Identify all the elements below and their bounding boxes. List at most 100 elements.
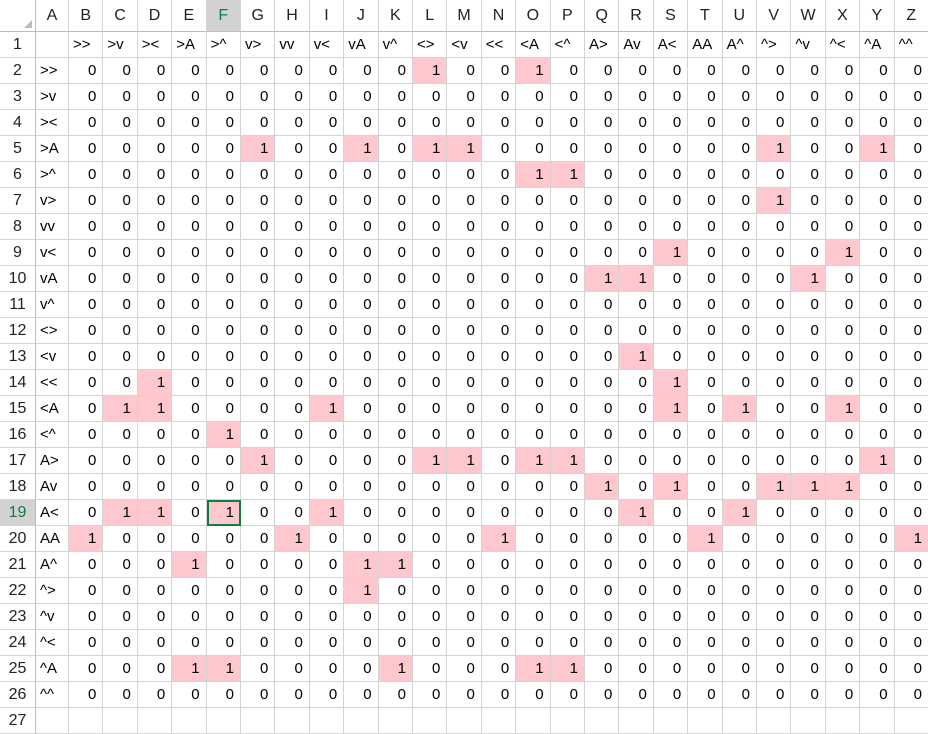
cell[interactable]: 1 <box>481 526 517 552</box>
cell[interactable]: 0 <box>688 578 723 604</box>
row-header[interactable]: 7 <box>0 188 36 214</box>
cell[interactable]: 0 <box>825 136 861 162</box>
row-header[interactable]: 22 <box>0 578 36 604</box>
cell[interactable]: 0 <box>344 344 379 370</box>
cell[interactable]: ^v <box>791 32 826 58</box>
cell[interactable]: 0 <box>241 422 276 448</box>
cell[interactable]: 0 <box>757 500 792 526</box>
cell[interactable]: 0 <box>757 578 792 604</box>
cell[interactable]: 0 <box>860 188 895 214</box>
cell[interactable] <box>36 32 69 58</box>
column-header[interactable]: D <box>137 0 173 32</box>
row-header[interactable]: 27 <box>0 708 36 734</box>
cell[interactable]: 0 <box>241 110 276 136</box>
row-header[interactable]: 8 <box>0 214 36 240</box>
cell[interactable]: 0 <box>275 578 310 604</box>
cell[interactable]: 0 <box>344 292 379 318</box>
cell[interactable]: 0 <box>585 396 620 422</box>
cell[interactable]: << <box>36 370 69 396</box>
cell[interactable]: 0 <box>825 578 861 604</box>
cell[interactable]: 0 <box>516 578 551 604</box>
cell[interactable]: >< <box>36 110 69 136</box>
cell[interactable]: 0 <box>688 344 723 370</box>
cell[interactable] <box>344 708 379 734</box>
cell[interactable]: 0 <box>585 448 620 474</box>
cell[interactable]: 0 <box>241 630 276 656</box>
cell[interactable]: 0 <box>241 370 276 396</box>
cell[interactable]: 0 <box>481 162 517 188</box>
cell[interactable]: 1 <box>757 136 792 162</box>
row-header[interactable]: 26 <box>0 682 36 708</box>
cell[interactable]: 0 <box>516 136 551 162</box>
row-header[interactable]: 10 <box>0 266 36 292</box>
cell[interactable]: 0 <box>619 682 654 708</box>
cell[interactable]: 0 <box>791 526 826 552</box>
cell[interactable]: 0 <box>550 604 585 630</box>
cell[interactable]: 0 <box>137 578 173 604</box>
cell[interactable]: 0 <box>275 630 310 656</box>
cell[interactable]: 0 <box>481 84 517 110</box>
cell[interactable]: 0 <box>481 630 517 656</box>
cell[interactable]: 0 <box>722 604 757 630</box>
cell[interactable]: 0 <box>791 422 826 448</box>
column-header[interactable]: X <box>825 0 861 32</box>
row-header[interactable]: 13 <box>0 344 36 370</box>
cell[interactable] <box>378 708 413 734</box>
cell[interactable]: 0 <box>585 344 620 370</box>
cell[interactable]: 0 <box>619 162 654 188</box>
cell[interactable]: 0 <box>619 292 654 318</box>
cell[interactable]: 0 <box>585 552 620 578</box>
cell[interactable]: 0 <box>275 396 310 422</box>
cell[interactable]: 1 <box>206 422 241 448</box>
cell[interactable]: 0 <box>413 630 448 656</box>
cell[interactable]: 0 <box>344 526 379 552</box>
cell[interactable]: 0 <box>413 656 448 682</box>
cell[interactable]: 1 <box>206 500 241 526</box>
cell[interactable]: 0 <box>103 370 138 396</box>
cell[interactable]: 0 <box>172 604 207 630</box>
cell[interactable]: 0 <box>378 526 413 552</box>
cell[interactable]: 0 <box>378 604 413 630</box>
cell[interactable]: 0 <box>757 448 792 474</box>
cell[interactable]: 0 <box>137 344 173 370</box>
cell[interactable]: 0 <box>688 682 723 708</box>
cell[interactable]: A^ <box>722 32 757 58</box>
cell[interactable]: 0 <box>550 578 585 604</box>
cell[interactable]: 0 <box>206 58 241 84</box>
cell[interactable]: 0 <box>688 136 723 162</box>
column-header[interactable]: W <box>791 0 826 32</box>
cell[interactable]: 0 <box>103 630 138 656</box>
cell[interactable] <box>172 708 207 734</box>
cell[interactable]: 1 <box>172 552 207 578</box>
cell[interactable]: 0 <box>137 84 173 110</box>
cell[interactable]: 0 <box>481 110 517 136</box>
column-header[interactable]: Y <box>860 0 895 32</box>
cell[interactable]: 0 <box>103 214 138 240</box>
cell[interactable]: 1 <box>378 552 413 578</box>
cell[interactable]: 0 <box>309 474 345 500</box>
cell[interactable]: 0 <box>585 500 620 526</box>
cell[interactable] <box>688 708 723 734</box>
cell[interactable]: 0 <box>172 370 207 396</box>
cell[interactable]: 1 <box>825 240 861 266</box>
cell[interactable]: >> <box>36 58 69 84</box>
cell[interactable]: 0 <box>206 370 241 396</box>
cell[interactable] <box>722 708 757 734</box>
cell[interactable]: v^ <box>36 292 69 318</box>
cell[interactable]: ^> <box>757 32 792 58</box>
cell[interactable]: 0 <box>722 630 757 656</box>
cell[interactable]: >^ <box>36 162 69 188</box>
cell[interactable]: 0 <box>894 84 928 110</box>
cell[interactable]: 0 <box>378 266 413 292</box>
cell[interactable]: <A <box>516 32 551 58</box>
cell[interactable]: 0 <box>378 318 413 344</box>
cell[interactable]: 0 <box>653 58 689 84</box>
cell[interactable]: 0 <box>860 552 895 578</box>
cell[interactable]: 0 <box>378 344 413 370</box>
cell[interactable]: 0 <box>309 422 345 448</box>
cell[interactable]: 0 <box>309 240 345 266</box>
cell[interactable]: 0 <box>757 552 792 578</box>
cell[interactable]: v> <box>36 188 69 214</box>
cell[interactable]: 0 <box>103 58 138 84</box>
cell[interactable]: 0 <box>791 292 826 318</box>
